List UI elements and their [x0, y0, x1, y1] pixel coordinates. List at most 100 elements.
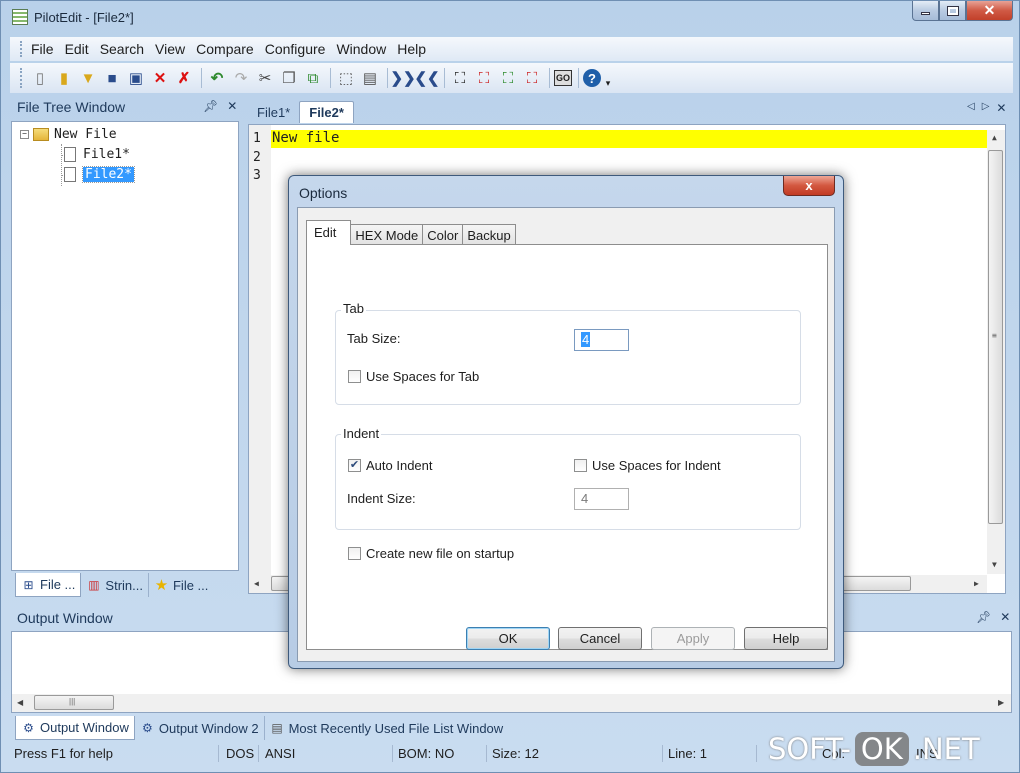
- replace-icon[interactable]: ⛶: [521, 67, 543, 89]
- output-horizontal-scrollbar[interactable]: ◀ ||| ▶: [12, 694, 1011, 712]
- use-spaces-for-tab-checkbox[interactable]: [348, 370, 361, 383]
- tab-file1[interactable]: File1*: [248, 102, 299, 123]
- dialog-close-button[interactable]: x: [783, 176, 835, 196]
- tab-file-tree[interactable]: ⊞ File ...: [15, 573, 82, 597]
- scroll-left-icon[interactable]: ◀: [254, 579, 259, 588]
- edit-tab-page: Tab Tab Size: 4 Use Spaces for Tab Inden…: [306, 244, 828, 650]
- close-all-icon[interactable]: ✗: [173, 67, 195, 89]
- collapse-icon[interactable]: −: [20, 129, 29, 139]
- close-icon: ✕: [983, 2, 996, 18]
- editor-line: New file: [272, 130, 340, 146]
- document-icon: [64, 166, 76, 182]
- find-next-icon[interactable]: ⛶: [473, 67, 495, 89]
- use-spaces-for-indent-checkbox[interactable]: [574, 459, 587, 472]
- menu-file[interactable]: File: [31, 41, 62, 57]
- tab-output-window-2[interactable]: ⚙ Output Window 2: [135, 716, 265, 740]
- redo-icon[interactable]: ↷: [230, 67, 252, 89]
- tab-output-window[interactable]: ⚙ Output Window: [15, 716, 135, 740]
- vertical-scrollbar[interactable]: ▲ ≡ ▼: [987, 130, 1005, 574]
- scroll-down-icon[interactable]: ▼: [992, 560, 997, 569]
- scroll-right-icon[interactable]: ▶: [998, 698, 1004, 707]
- create-new-file-on-startup[interactable]: Create new file on startup: [348, 546, 514, 561]
- help-button[interactable]: Help: [744, 627, 828, 650]
- column-icon[interactable]: ▤: [359, 67, 381, 89]
- caption-buttons: ✕: [912, 1, 1013, 21]
- toolbar-grip[interactable]: [20, 68, 23, 88]
- new-file-icon[interactable]: ▯: [29, 67, 51, 89]
- create-new-file-checkbox[interactable]: [348, 547, 361, 560]
- tab-right-icon[interactable]: ▷: [982, 101, 990, 115]
- open-folder-icon[interactable]: ▼: [77, 67, 99, 89]
- use-spaces-for-indent[interactable]: Use Spaces for Indent: [574, 458, 721, 473]
- help-icon[interactable]: ?: [583, 69, 601, 87]
- toolbar-overflow-icon[interactable]: ▾: [603, 72, 613, 94]
- vertical-scroll-thumb[interactable]: ≡: [988, 150, 1003, 524]
- tab-string-list[interactable]: ▥ Strin...: [81, 573, 149, 597]
- menu-window[interactable]: Window: [336, 41, 394, 57]
- watermark-left: SOFT-: [768, 732, 851, 766]
- tab-mru-list[interactable]: ▤ Most Recently Used File List Window: [265, 716, 509, 740]
- menu-compare[interactable]: Compare: [196, 41, 262, 57]
- tab-size-input[interactable]: 4: [574, 329, 629, 351]
- indent-icon[interactable]: ❯❯: [390, 67, 415, 89]
- ok-button[interactable]: OK: [466, 627, 550, 650]
- tab-color[interactable]: Color: [422, 224, 464, 245]
- menu-help[interactable]: Help: [397, 41, 434, 57]
- pane-close-icon[interactable]: ✕: [1000, 610, 1010, 624]
- scroll-left-icon[interactable]: ◀: [17, 698, 23, 707]
- menu-configure[interactable]: Configure: [265, 41, 334, 57]
- tab-edit[interactable]: Edit: [306, 220, 352, 245]
- tab-file2[interactable]: File2*: [299, 101, 354, 123]
- indent-group: [335, 434, 801, 530]
- tab-close-icon[interactable]: ✕: [996, 101, 1006, 115]
- close-file-icon[interactable]: ✕: [149, 67, 171, 89]
- auto-indent[interactable]: ✔ Auto Indent: [348, 458, 433, 473]
- tab-left-icon[interactable]: ◁: [967, 101, 975, 115]
- maximize-button[interactable]: [939, 1, 966, 21]
- tree-item-file1[interactable]: File1*: [64, 145, 130, 163]
- paste-icon[interactable]: ⧉: [302, 67, 324, 89]
- find-icon[interactable]: ⛶: [449, 67, 471, 89]
- pane-close-icon[interactable]: ✕: [227, 99, 237, 113]
- cancel-button[interactable]: Cancel: [558, 627, 642, 650]
- file-tree-icon: ⊞: [23, 577, 34, 592]
- open-file-icon[interactable]: ▮: [53, 67, 75, 89]
- apply-button[interactable]: Apply: [651, 627, 735, 650]
- close-icon: x: [805, 178, 813, 193]
- undo-icon[interactable]: ↶: [206, 67, 228, 89]
- tree-item-file2[interactable]: File2*: [64, 165, 135, 183]
- minimize-button[interactable]: [912, 1, 939, 21]
- document-icon: [64, 146, 76, 162]
- pin-icon[interactable]: 📌︎: [976, 610, 991, 624]
- cut-icon[interactable]: ✂: [254, 67, 276, 89]
- save-all-icon[interactable]: ▣: [125, 67, 147, 89]
- close-button[interactable]: ✕: [966, 1, 1013, 21]
- output-window-title: Output Window: [17, 610, 113, 626]
- select-icon[interactable]: ⬚: [335, 67, 357, 89]
- indent-size-input[interactable]: 4: [574, 488, 629, 510]
- tab-favorite-files[interactable]: ★ File ...: [149, 573, 213, 597]
- menu-bar: File Edit Search View Compare Configure …: [10, 37, 1013, 61]
- auto-indent-checkbox[interactable]: ✔: [348, 459, 361, 472]
- tab-backup[interactable]: Backup: [462, 224, 516, 245]
- scroll-right-icon[interactable]: ▶: [974, 579, 979, 588]
- goto-icon[interactable]: GO: [554, 70, 572, 86]
- scroll-up-icon[interactable]: ▲: [992, 133, 997, 142]
- horizontal-scroll-thumb[interactable]: |||: [34, 695, 114, 710]
- menu-search[interactable]: Search: [100, 41, 152, 57]
- copy-icon[interactable]: ❐: [278, 67, 300, 89]
- use-spaces-for-tab[interactable]: Use Spaces for Tab: [348, 369, 479, 384]
- save-icon[interactable]: ■: [101, 67, 123, 89]
- title-bar: PilotEdit - [File2*] ✕: [1, 1, 1019, 33]
- outdent-icon[interactable]: ❮❮: [414, 67, 439, 89]
- find-previous-icon[interactable]: ⛶: [497, 67, 519, 89]
- menu-view[interactable]: View: [155, 41, 193, 57]
- menu-grip[interactable]: [20, 41, 23, 57]
- status-line: Line: 1: [668, 746, 708, 761]
- tree-root[interactable]: − New File: [20, 125, 117, 143]
- tab-hex-mode[interactable]: HEX Mode: [350, 224, 424, 245]
- pin-icon[interactable]: 📌︎: [203, 99, 218, 113]
- tab-label: Output Window: [40, 720, 129, 735]
- options-dialog: Options x Edit HEX Mode Color Backup Tab…: [288, 175, 844, 669]
- menu-edit[interactable]: Edit: [65, 41, 97, 57]
